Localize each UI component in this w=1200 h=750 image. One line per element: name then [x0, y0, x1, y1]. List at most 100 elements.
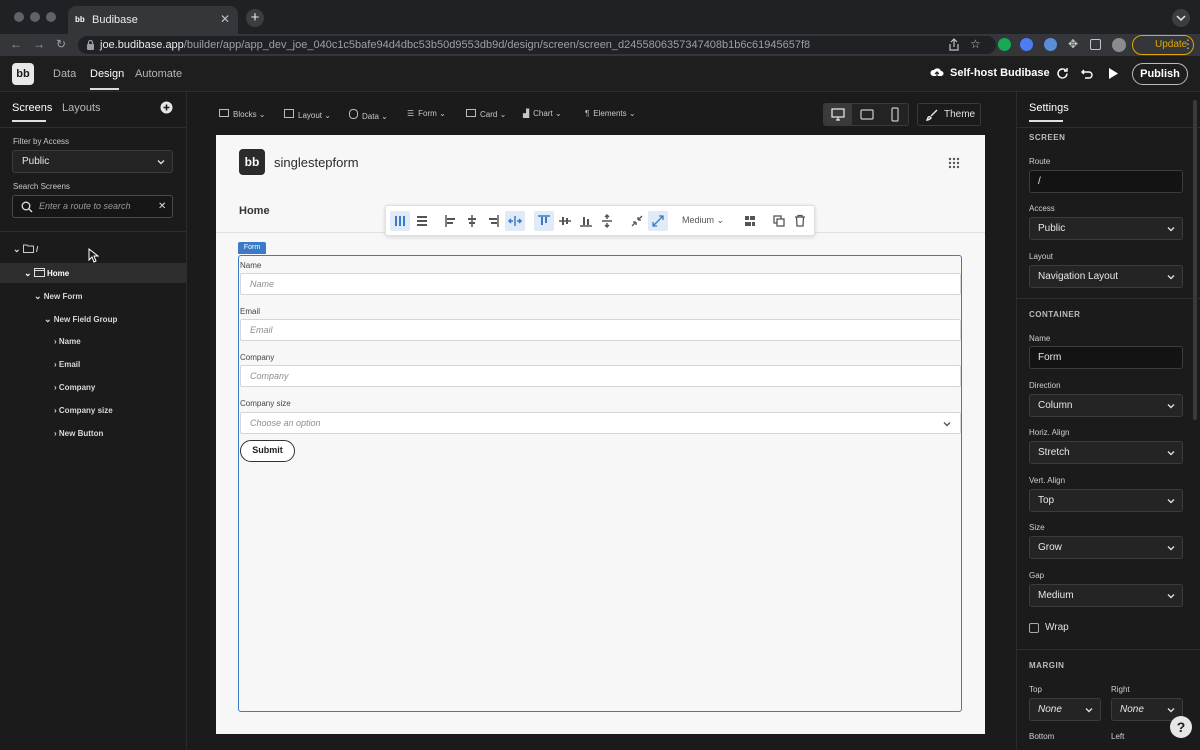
shrink-button[interactable] [627, 211, 647, 231]
window-maximize-button[interactable] [46, 12, 56, 22]
tree-item-name[interactable]: › Name [54, 337, 81, 346]
toolbar-elements[interactable]: ¶ Elements ⌄ [585, 109, 636, 118]
window-minimize-button[interactable] [30, 12, 40, 22]
address-bar[interactable]: joe.budibase.app/builder/app/app_dev_joe… [78, 36, 996, 54]
tree-item-new-form[interactable]: ⌄ New Form [34, 291, 82, 302]
toolbar-blocks[interactable]: Blocks ⌄ [219, 109, 266, 119]
tree-item-field-group[interactable]: ⌄ New Field Group [44, 314, 117, 325]
component-name-input[interactable]: Form [1029, 346, 1183, 369]
tree-item-root[interactable]: ⌄ / [13, 244, 38, 255]
wrap-checkbox[interactable] [1029, 623, 1039, 633]
direction-row-button[interactable] [412, 211, 432, 231]
nav-automate[interactable]: Automate [135, 68, 182, 80]
apps-grid-icon[interactable] [948, 157, 960, 169]
company-size-select[interactable]: Choose an option [240, 412, 961, 434]
vertical-stretch-button[interactable] [597, 211, 617, 231]
layout-select[interactable]: Navigation Layout [1029, 265, 1183, 288]
company-field[interactable]: Company [240, 365, 961, 387]
margin-right-select[interactable]: None [1111, 698, 1183, 721]
vimeo-extension-icon[interactable] [1020, 38, 1033, 51]
browser-tab[interactable]: bb Budibase ✕ [68, 6, 238, 34]
mobile-view-button[interactable] [881, 104, 909, 125]
vertical-top-button[interactable] [534, 211, 554, 231]
tablet-view-button[interactable] [853, 104, 881, 125]
desktop-view-button[interactable] [824, 104, 852, 125]
puzzle-extensions-icon[interactable]: ✥ [1068, 37, 1078, 51]
valign-select[interactable]: Top [1029, 489, 1183, 512]
delete-button[interactable] [790, 211, 810, 231]
access-filter-select[interactable]: Public [12, 150, 173, 173]
grow-button[interactable] [648, 211, 668, 231]
size-select[interactable]: Grow [1029, 536, 1183, 559]
toolbar-form[interactable]: ☰ Form ⌄ [407, 109, 446, 118]
grammarly-extension-icon[interactable] [998, 38, 1011, 51]
gap-size-select[interactable]: Medium ⌄ [682, 215, 724, 226]
add-screen-icon[interactable] [160, 101, 173, 114]
nav-link-home[interactable]: Home [239, 205, 270, 217]
divider [0, 127, 187, 128]
reload-icon[interactable]: ↻ [56, 37, 66, 51]
gap-select[interactable]: Medium [1029, 584, 1183, 607]
profile-avatar[interactable] [1112, 38, 1126, 52]
tab-close-icon[interactable]: ✕ [220, 12, 230, 26]
route-input[interactable]: / [1029, 170, 1183, 193]
access-select[interactable]: Public [1029, 217, 1183, 240]
sidepanel-icon[interactable] [1090, 39, 1101, 50]
toolbar-item-label: Card [480, 110, 498, 119]
duplicate-button[interactable] [769, 211, 789, 231]
back-icon[interactable]: ← [10, 37, 22, 51]
nav-data[interactable]: Data [53, 68, 76, 80]
forward-icon[interactable]: → [33, 37, 45, 51]
publish-button[interactable]: Publish [1132, 63, 1188, 85]
wrap-button[interactable] [740, 211, 760, 231]
email-field[interactable]: Email [240, 319, 961, 341]
direction-column-button[interactable] [390, 211, 410, 231]
align-center-button[interactable] [462, 211, 482, 231]
align-stretch-button[interactable] [505, 211, 525, 231]
preview-play-icon[interactable] [1107, 67, 1119, 80]
tree-item-email[interactable]: › Email [54, 360, 80, 369]
settings-title[interactable]: Settings [1029, 102, 1069, 114]
revert-icon[interactable] [1080, 67, 1093, 80]
tab-screens[interactable]: Screens [12, 102, 52, 114]
extension-icon[interactable] [1044, 38, 1057, 51]
chevron-down-icon [1167, 708, 1175, 713]
margin-top-select[interactable]: None [1029, 698, 1101, 721]
nav-design[interactable]: Design [90, 68, 124, 80]
tree-item-company-size[interactable]: › Company size [54, 406, 113, 415]
help-button[interactable]: ? [1170, 716, 1192, 738]
align-right-button[interactable] [483, 211, 503, 231]
align-left-button[interactable] [441, 211, 461, 231]
theme-button[interactable]: Theme [917, 103, 981, 126]
toolbar-layout[interactable]: Layout ⌄ [284, 109, 331, 120]
toolbar-chart[interactable]: ▟ Chart ⌄ [523, 109, 562, 118]
clear-search-icon[interactable]: ✕ [158, 196, 166, 217]
self-host-link[interactable]: Self-host Budibase [950, 67, 1050, 79]
margin-right-label: Right [1111, 685, 1130, 694]
name-field[interactable]: Name [240, 273, 961, 295]
bookmark-star-icon[interactable]: ☆ [970, 37, 981, 51]
submit-button[interactable]: Submit [240, 440, 295, 462]
tree-item-home[interactable]: ⌄ Home [24, 268, 69, 279]
new-tab-button[interactable]: + [246, 9, 264, 27]
vertical-bottom-button[interactable] [576, 211, 596, 231]
form-component-tag[interactable]: Form [238, 242, 266, 254]
tree-item-company[interactable]: › Company [54, 383, 95, 392]
tree-item-new-button[interactable]: › New Button [54, 429, 103, 438]
vertical-middle-button[interactable] [555, 211, 575, 231]
direction-select[interactable]: Column [1029, 394, 1183, 417]
chevron-down-icon [1167, 594, 1175, 599]
window-close-button[interactable] [14, 12, 24, 22]
settings-scrollbar[interactable] [1193, 100, 1197, 420]
budibase-logo[interactable]: bb [12, 63, 34, 85]
browser-menu-icon[interactable]: ⋮ [1182, 37, 1194, 51]
share-icon[interactable] [948, 38, 960, 52]
halign-select[interactable]: Stretch [1029, 441, 1183, 464]
chevron-down-icon: ⌄ [34, 291, 42, 301]
tab-search-button[interactable] [1172, 9, 1190, 27]
screen-search-input[interactable]: Enter a route to search ✕ [12, 195, 173, 218]
tab-layouts[interactable]: Layouts [62, 102, 101, 114]
refresh-icon[interactable] [1056, 67, 1069, 80]
toolbar-data[interactable]: Data ⌄ [349, 109, 388, 121]
toolbar-card[interactable]: Card ⌄ [466, 109, 506, 119]
